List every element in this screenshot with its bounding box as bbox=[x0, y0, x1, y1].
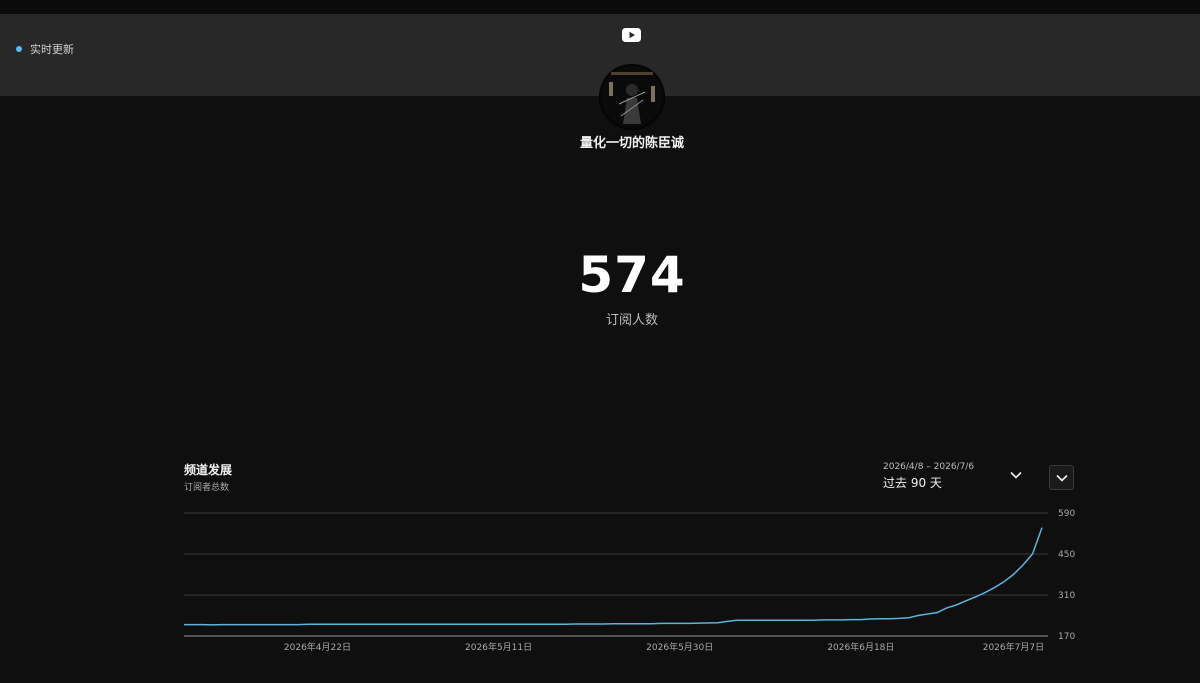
y-tick-label: 310 bbox=[1058, 591, 1075, 601]
x-tick-label: 2026年5月30日 bbox=[646, 641, 713, 653]
x-tick-label: 2026年7月7日 bbox=[983, 641, 1044, 653]
subscriber-line bbox=[184, 527, 1043, 626]
x-tick-label: 2026年5月11日 bbox=[465, 641, 532, 653]
x-tick-label: 2026年6月18日 bbox=[827, 641, 894, 653]
y-tick-label: 170 bbox=[1058, 632, 1075, 642]
subscriber-growth-chart: 590 450 310 170 2026年4月22日 2026年5月11日 2026年5月… bbox=[184, 509, 1075, 653]
y-tick-label: 450 bbox=[1058, 550, 1075, 560]
y-tick-label: 590 bbox=[1058, 509, 1075, 519]
x-tick-label: 2026年4月22日 bbox=[284, 641, 351, 653]
